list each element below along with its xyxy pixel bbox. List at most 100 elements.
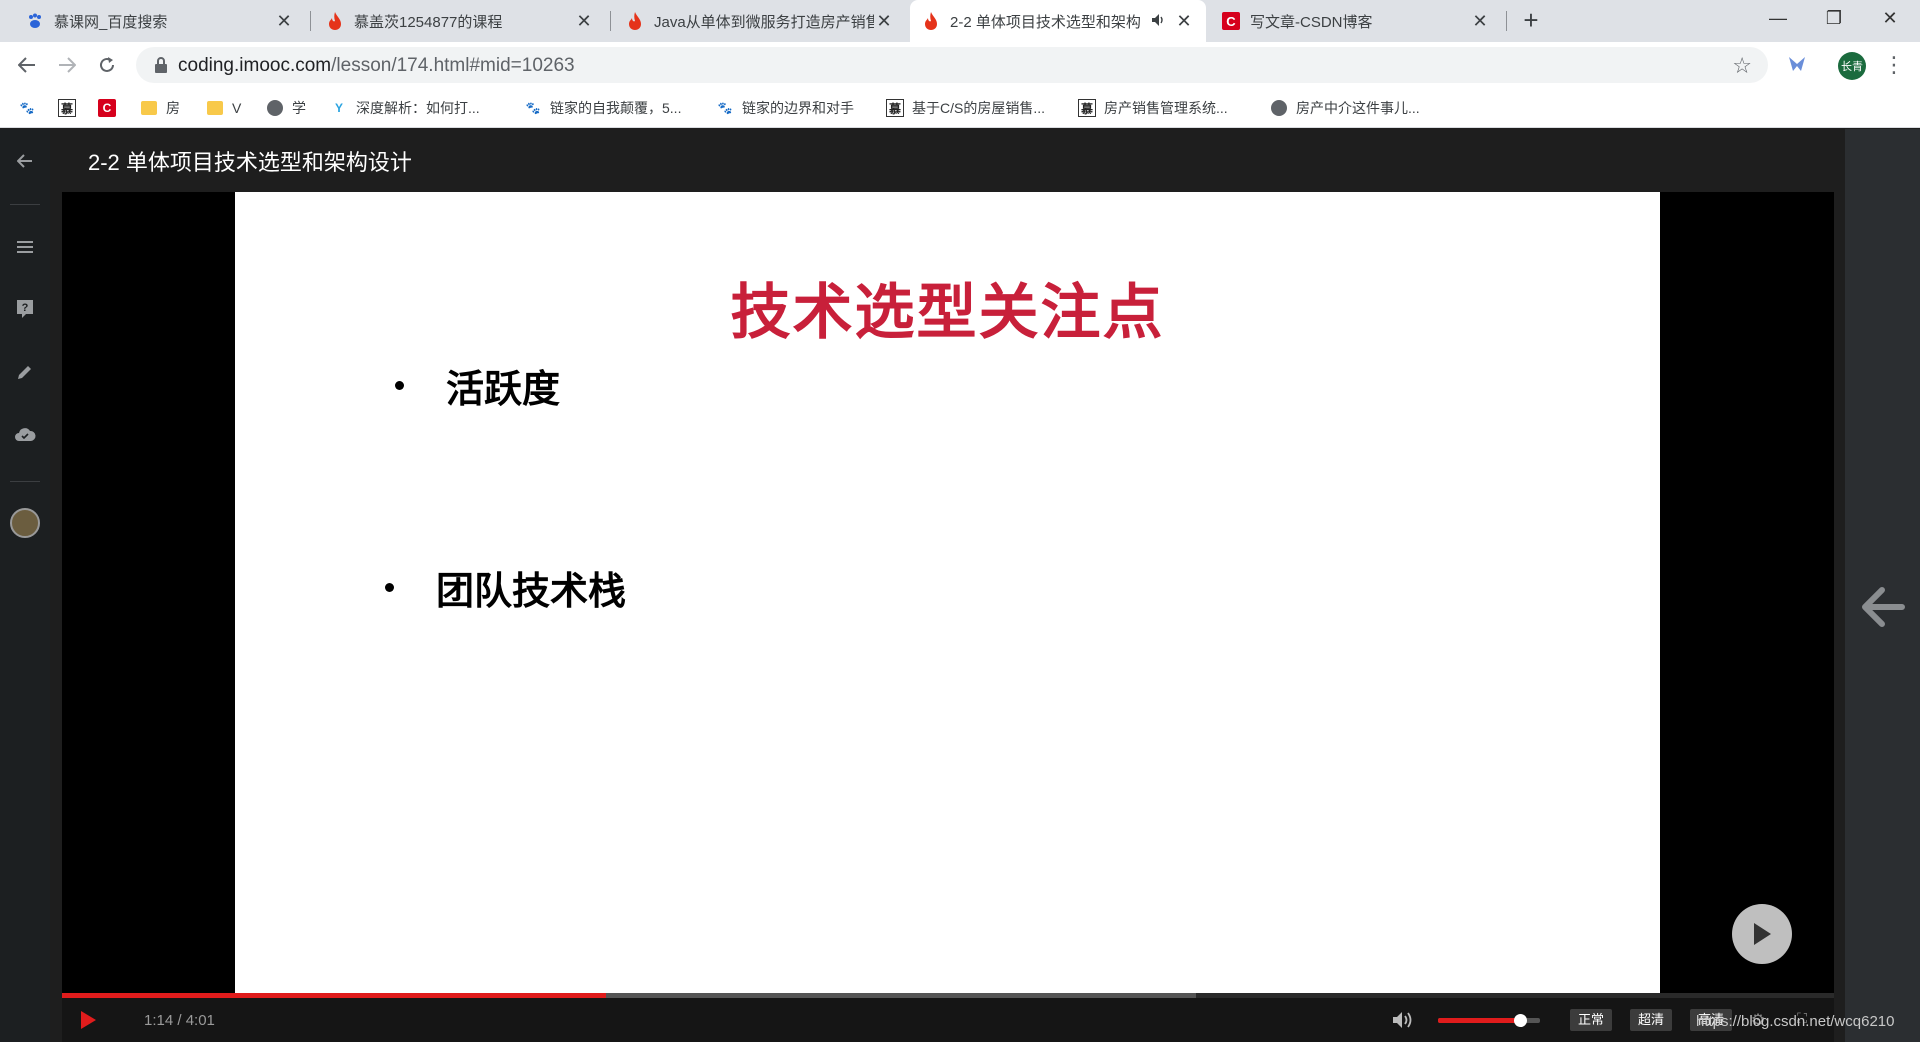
globe-icon [266,99,284,117]
bullet-text: 活跃度 [446,369,561,411]
close-window-button[interactable]: ✕ [1864,0,1916,36]
tab-title: 慕盖茨1254877的课程 [354,13,503,31]
forward-button[interactable] [52,50,82,80]
tab-divider [1506,11,1507,31]
bookmark-folder-v[interactable]: V [206,96,241,120]
bookmark-item[interactable]: 慕 房产销售管理系统... [1078,96,1228,120]
bookmarks-bar: 🐾 慕 C 房 V 学 Y 深度解析：如何打... 🐾 链家的自我颠覆，5...… [0,88,1920,128]
bookmark-item[interactable]: 慕 [58,96,84,120]
expand-panel-arrow-icon[interactable] [1860,584,1906,630]
back-arrow-icon[interactable] [10,146,40,176]
bookmark-item[interactable]: C [98,96,124,120]
play-button[interactable] [78,1010,98,1030]
svg-text:?: ? [22,302,29,314]
tab-close-icon[interactable]: ✕ [1470,11,1490,31]
address-bar[interactable]: coding.imooc.com/lesson/174.html#mid=102… [136,47,1768,83]
tab-title: 2-2 单体项目技术选型和架构 [950,13,1141,31]
browser-menu-icon[interactable]: ⋮ [1882,50,1906,80]
bookmark-item[interactable]: Y 深度解析：如何打... [330,96,480,120]
bookmark-label: 基于C/S的房屋销售... [912,100,1046,116]
baidu-paw-icon: 🐾 [525,101,541,115]
tab-current-lesson[interactable]: 2-2 单体项目技术选型和架构 ✕ [910,0,1206,42]
tab-close-icon[interactable]: ✕ [574,11,594,31]
csdn-c-icon: C [1222,12,1240,30]
csdn-c-icon: C [98,99,116,117]
bookmark-item[interactable]: 🐾 [18,96,44,120]
speaker-icon[interactable] [1152,13,1166,29]
tab-strip: 慕课网_百度搜索 ✕ 慕盖茨1254877的课程 ✕ Java从单体到微服务打造… [0,0,1920,42]
bullet-text: 团队技术栈 [436,571,627,613]
imooc-flame-icon [922,12,940,30]
note-pencil-icon[interactable] [10,357,40,387]
tab-title: 写文章-CSDN博客 [1250,13,1373,31]
user-avatar[interactable] [10,508,40,538]
tab-title: 慕课网_百度搜索 [54,13,168,31]
bookmark-item[interactable]: 🐾 链家的自我颠覆，5... [524,96,682,120]
slide-bullet: 活跃度 [395,358,560,413]
reload-icon [100,57,114,72]
globe-icon [1270,99,1288,117]
profile-avatar[interactable]: 长青 [1838,52,1866,80]
back-arrow-icon [18,57,35,73]
question-icon[interactable]: ? [10,294,40,324]
tab-imooc-courses[interactable]: 慕盖茨1254877的课程 ✕ [314,0,606,42]
quality-normal-button[interactable]: 正常 [1570,1009,1613,1031]
volume-icon[interactable] [1392,1010,1414,1030]
bookmark-folder-house[interactable]: 房 [140,96,180,120]
volume-level [1438,1018,1520,1023]
bookmark-item[interactable]: 🐾 链家的边界和对手 [716,96,854,120]
forward-arrow-icon [59,57,76,73]
tab-csdn-write[interactable]: C 写文章-CSDN博客 ✕ [1210,0,1502,42]
bookmark-label: 房 [166,100,180,116]
tab-close-icon[interactable]: ✕ [274,11,294,31]
imooc-logo-icon: 慕 [1078,99,1096,117]
baidu-paw-icon: 🐾 [717,101,733,115]
tab-divider [310,11,311,31]
bookmark-label: 深度解析：如何打... [356,100,480,116]
play-icon [1754,923,1771,945]
bookmark-label: 房产销售管理系统... [1104,100,1228,116]
url-path: /lesson/174.html#mid=10263 [331,55,575,76]
video-player[interactable]: 技术选型关注点 活跃度 团队技术栈 1:14 / 4:01 正常 超清 高清 ⚙… [62,192,1834,1042]
new-tab-button[interactable]: + [1516,6,1546,36]
extension-icon[interactable] [1783,50,1811,78]
tab-baidu-search[interactable]: 慕课网_百度搜索 ✕ [14,0,306,42]
bookmark-star-icon[interactable]: ☆ [1732,53,1752,79]
restore-button[interactable]: ❐ [1808,0,1860,36]
reload-button[interactable] [92,50,122,80]
imooc-logo-icon: 慕 [58,99,76,117]
volume-knob[interactable] [1513,1014,1527,1027]
sidebar-divider [10,481,40,482]
bookmark-item[interactable]: 房产中介这件事儿... [1270,96,1420,120]
big-play-button[interactable] [1732,904,1792,964]
y-logo-icon: Y [334,101,343,115]
minimize-button[interactable]: — [1752,0,1804,36]
bookmark-label: 链家的边界和对手 [742,100,854,116]
url-host: coding.imooc.com [178,55,332,76]
folder-icon [140,99,158,117]
slide-title: 技术选型关注点 [730,279,1165,346]
bookmark-item[interactable]: 慕 基于C/S的房屋销售... [886,96,1045,120]
bullet-dot-icon [395,381,404,390]
bullet-dot-icon [385,583,394,592]
tab-close-icon[interactable]: ✕ [874,11,894,31]
time-display: 1:14 / 4:01 [144,1012,215,1029]
back-button[interactable] [12,50,42,80]
bookmark-item[interactable]: 学 [266,96,306,120]
url-text[interactable]: coding.imooc.com/lesson/174.html#mid=102… [178,55,575,77]
chapter-list-icon[interactable] [10,232,40,262]
video-frame-slide: 技术选型关注点 活跃度 团队技术栈 [235,192,1660,993]
tab-close-icon[interactable]: ✕ [1174,11,1194,31]
tab-java-course[interactable]: Java从单体到微服务打造房产销售 ✕ [614,0,906,42]
volume-slider[interactable] [1438,1014,1540,1027]
imooc-flame-icon [326,12,344,30]
left-sidebar: ? [0,129,50,1042]
quality-super-button[interactable]: 超清 [1630,1009,1673,1031]
lock-icon [155,57,167,73]
bookmark-label: 学 [292,100,306,116]
player-controls: 1:14 / 4:01 正常 超清 高清 ⚙ ⛶ [62,998,1834,1042]
bookmark-label: V [232,100,242,116]
tab-title: Java从单体到微服务打造房产销售 [654,13,874,31]
cloud-download-icon[interactable] [10,419,40,449]
watermark: https://blog.csdn.net/wcq6210 [1696,1013,1895,1030]
